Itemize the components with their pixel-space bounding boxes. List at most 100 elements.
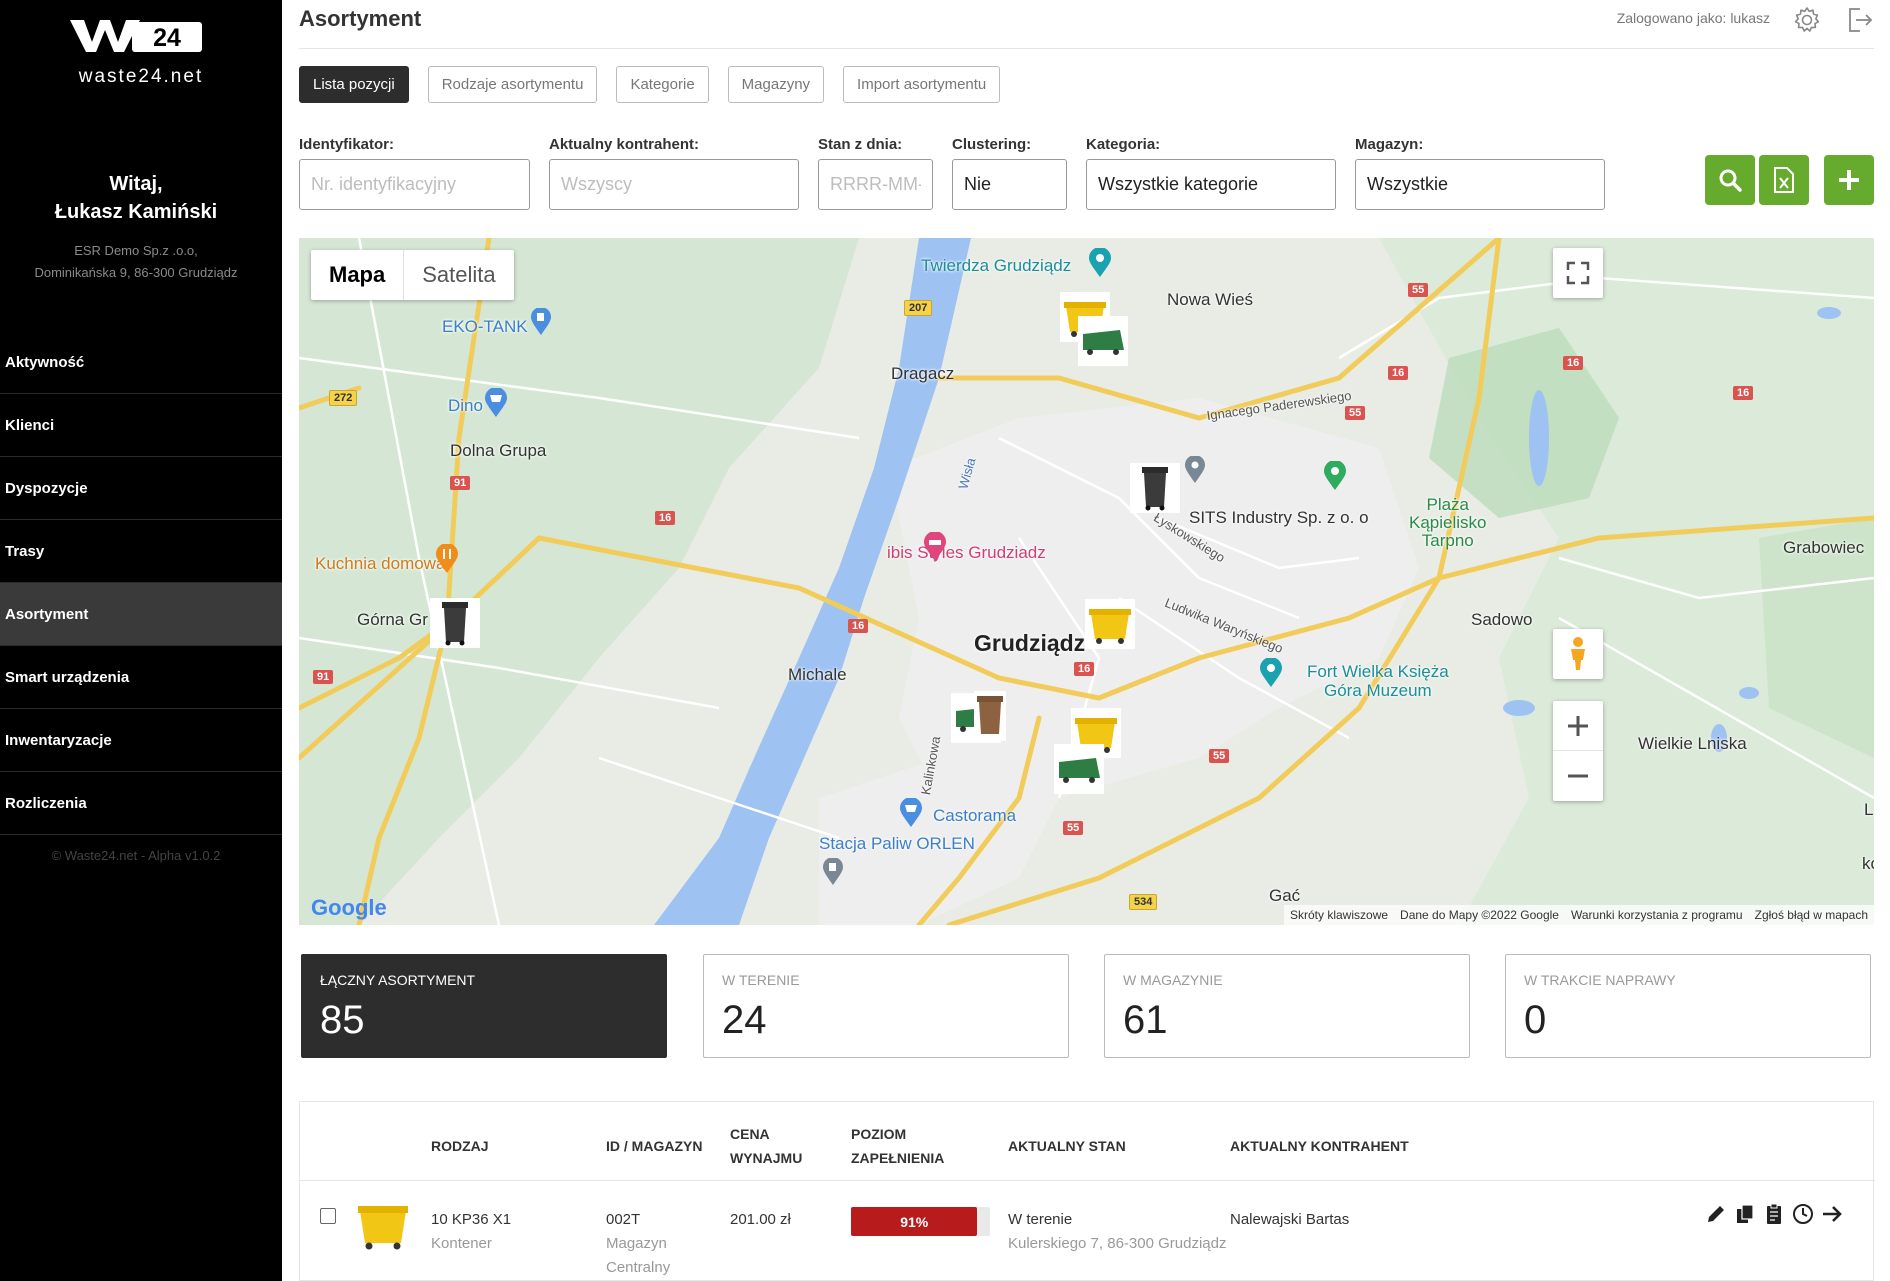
stat-value: 61: [1123, 998, 1168, 1042]
zoom-in-button[interactable]: [1553, 701, 1603, 751]
sidebar-item-rozliczenia[interactable]: Rozliczenia: [0, 772, 282, 835]
details-button[interactable]: [1761, 1201, 1787, 1227]
tab-import-asortymentu[interactable]: Import asortymentu: [843, 66, 1001, 103]
sidebar-item-asortyment[interactable]: Asortyment: [0, 583, 282, 646]
map[interactable]: Mapa Satelita Twierdza Grudziądz Nowa Wi…: [299, 238, 1874, 925]
sidebar-item-inwentaryzacje[interactable]: Inwentaryzacje: [0, 709, 282, 772]
item-status: W terenie: [1008, 1211, 1073, 1228]
report-error-link[interactable]: Zgłoś błąd w mapach: [1749, 908, 1874, 922]
column-header-id-magazyn[interactable]: ID / MAGAZYN: [606, 1134, 702, 1158]
add-item-button[interactable]: [1824, 155, 1874, 205]
container-marker[interactable]: [1085, 599, 1135, 649]
company-address: Dominikańska 9, 86-300 Grudziądz: [34, 265, 238, 280]
map-label-twierdza: Twierdza Grudziądz: [921, 256, 1072, 275]
google-logo-text: Google: [311, 895, 387, 920]
header-divider: [300, 1180, 1875, 1181]
item-id: 002T: [606, 1211, 641, 1228]
open-button[interactable]: [1819, 1201, 1845, 1227]
sidebar-item-trasy[interactable]: Trasy: [0, 520, 282, 583]
sidebar-nav: Aktywność Klienci Dyspozycje Trasy Asort…: [0, 331, 282, 835]
map-label-nowa-wies: Nowa Wieś: [1167, 290, 1253, 309]
table-cell-rodzaj: 10 KP36 X1 Kontener: [431, 1208, 511, 1256]
column-header-aktualny-kontrahent[interactable]: AKTUALNY KONTRAHENT: [1230, 1134, 1409, 1158]
column-header-rodzaj[interactable]: RODZAJ: [431, 1134, 489, 1158]
road-shield: 55: [1209, 749, 1230, 763]
road-shield: 91: [450, 476, 471, 490]
kategoria-select[interactable]: Wszystkie kategorie: [1086, 159, 1336, 210]
edit-button[interactable]: [1703, 1201, 1729, 1227]
map-label-fort: Fort Wielka Księża Góra Muzeum: [1307, 662, 1449, 700]
sidebar-item-aktywnosc[interactable]: Aktywność: [0, 331, 282, 394]
map-label-ibis: ibis Styles Grudziadz: [887, 543, 1046, 562]
map-label-plaza-line2: Kąpielisko: [1409, 513, 1487, 532]
stat-label: ŁĄCZNY ASORTYMENT: [320, 972, 476, 988]
sidebar: 24 waste24.net Witaj, Łukasz Kamiński ES…: [0, 0, 282, 1281]
filter-clustering: Clustering: Nie: [952, 136, 1067, 210]
column-header-cena[interactable]: CENA WYNAJMU: [730, 1122, 802, 1170]
map-label-plaza: Plaża Kąpielisko Tarpno: [1409, 496, 1487, 550]
pencil-icon: [1708, 1206, 1724, 1222]
stat-w-trakcie-naprawy: W TRAKCIE NAPRAWY 0: [1505, 954, 1871, 1058]
road-shield: 207: [904, 300, 933, 316]
gear-icon[interactable]: [1792, 5, 1822, 35]
filter-kategoria: Kategoria: Wszystkie kategorie: [1086, 136, 1336, 210]
tab-magazyny[interactable]: Magazyny: [727, 66, 825, 103]
museum-pin-icon: [1089, 248, 1111, 277]
container-marker[interactable]: [1054, 744, 1104, 794]
map-type-mapa[interactable]: Mapa: [311, 250, 405, 300]
export-excel-button[interactable]: [1759, 155, 1809, 205]
magazyn-select[interactable]: Wszystkie: [1355, 159, 1605, 210]
item-contractor[interactable]: Nalewajski Bartas: [1230, 1208, 1349, 1232]
container-marker[interactable]: [974, 691, 1006, 741]
column-header-poziom-line1: POZIOM: [851, 1126, 907, 1142]
tab-lista-pozycji[interactable]: Lista pozycji: [299, 66, 409, 103]
clustering-label: Clustering:: [952, 136, 1032, 153]
map-label-plaza-line1: Plaża: [1426, 495, 1470, 514]
clustering-select[interactable]: Nie: [952, 159, 1067, 210]
history-button[interactable]: [1790, 1201, 1816, 1227]
brown-bin-icon: [977, 696, 1003, 734]
welcome-greeting: Witaj,: [109, 173, 163, 195]
column-header-poziom[interactable]: POZIOM ZAPEŁNIENIA: [851, 1122, 944, 1170]
search-button[interactable]: [1705, 155, 1755, 205]
logged-in-user: Zalogowano jako: lukasz: [1616, 10, 1770, 26]
street-view-pegman[interactable]: [1553, 629, 1603, 679]
sidebar-item-dyspozycje[interactable]: Dyspozycje: [0, 457, 282, 520]
pegman-icon: [1571, 637, 1585, 670]
map-type-toggle: Mapa Satelita: [311, 250, 514, 300]
yellow-container-icon: [1089, 609, 1131, 644]
logout-icon[interactable]: [1846, 5, 1874, 35]
fullscreen-button[interactable]: [1553, 248, 1603, 298]
stat-label: W TERENIE: [722, 972, 800, 988]
stat-w-magazynie: W MAGAZYNIE 61: [1104, 954, 1470, 1058]
container-marker[interactable]: [430, 598, 480, 648]
logo: 24: [70, 20, 202, 52]
zoom-out-button[interactable]: [1553, 751, 1603, 801]
shop-pin-icon: [485, 388, 507, 417]
terms-link[interactable]: Warunki korzystania z programu: [1565, 908, 1749, 922]
row-checkbox[interactable]: [320, 1208, 336, 1224]
clipboard-icon: [1767, 1203, 1781, 1224]
map-label-kuchnia: Kuchnia domowa: [315, 554, 446, 573]
google-logo: Google: [311, 895, 387, 921]
map-label-orlen: Stacja Paliw ORLEN: [819, 834, 975, 853]
kontrahent-input[interactable]: [549, 159, 799, 210]
stan-label: Stan z dnia:: [818, 136, 903, 153]
map-label-grabowiec: Grabowiec: [1783, 538, 1865, 557]
column-header-aktualny-stan[interactable]: AKTUALNY STAN: [1008, 1134, 1126, 1158]
sidebar-item-smart-urzadzenia[interactable]: Smart urządzenia: [0, 646, 282, 709]
copy-button[interactable]: [1732, 1201, 1758, 1227]
container-marker[interactable]: [1130, 463, 1180, 513]
road-shield: 534: [1129, 894, 1158, 910]
container-marker[interactable]: [1078, 316, 1128, 366]
road-shield: 55: [1408, 283, 1429, 297]
identyfikator-input[interactable]: [299, 159, 530, 210]
road-shield: 55: [1345, 406, 1366, 420]
map-type-satelita[interactable]: Satelita: [404, 250, 513, 300]
stat-laczny-asortyment: ŁĄCZNY ASORTYMENT 85: [301, 954, 667, 1058]
tab-kategorie[interactable]: Kategorie: [616, 66, 709, 103]
tab-rodzaje-asortymentu[interactable]: Rodzaje asortymentu: [427, 66, 598, 103]
date-input[interactable]: [818, 159, 933, 210]
sidebar-item-klienci[interactable]: Klienci: [0, 394, 282, 457]
keyboard-shortcuts-link[interactable]: Skróty klawiszowe: [1284, 908, 1394, 922]
